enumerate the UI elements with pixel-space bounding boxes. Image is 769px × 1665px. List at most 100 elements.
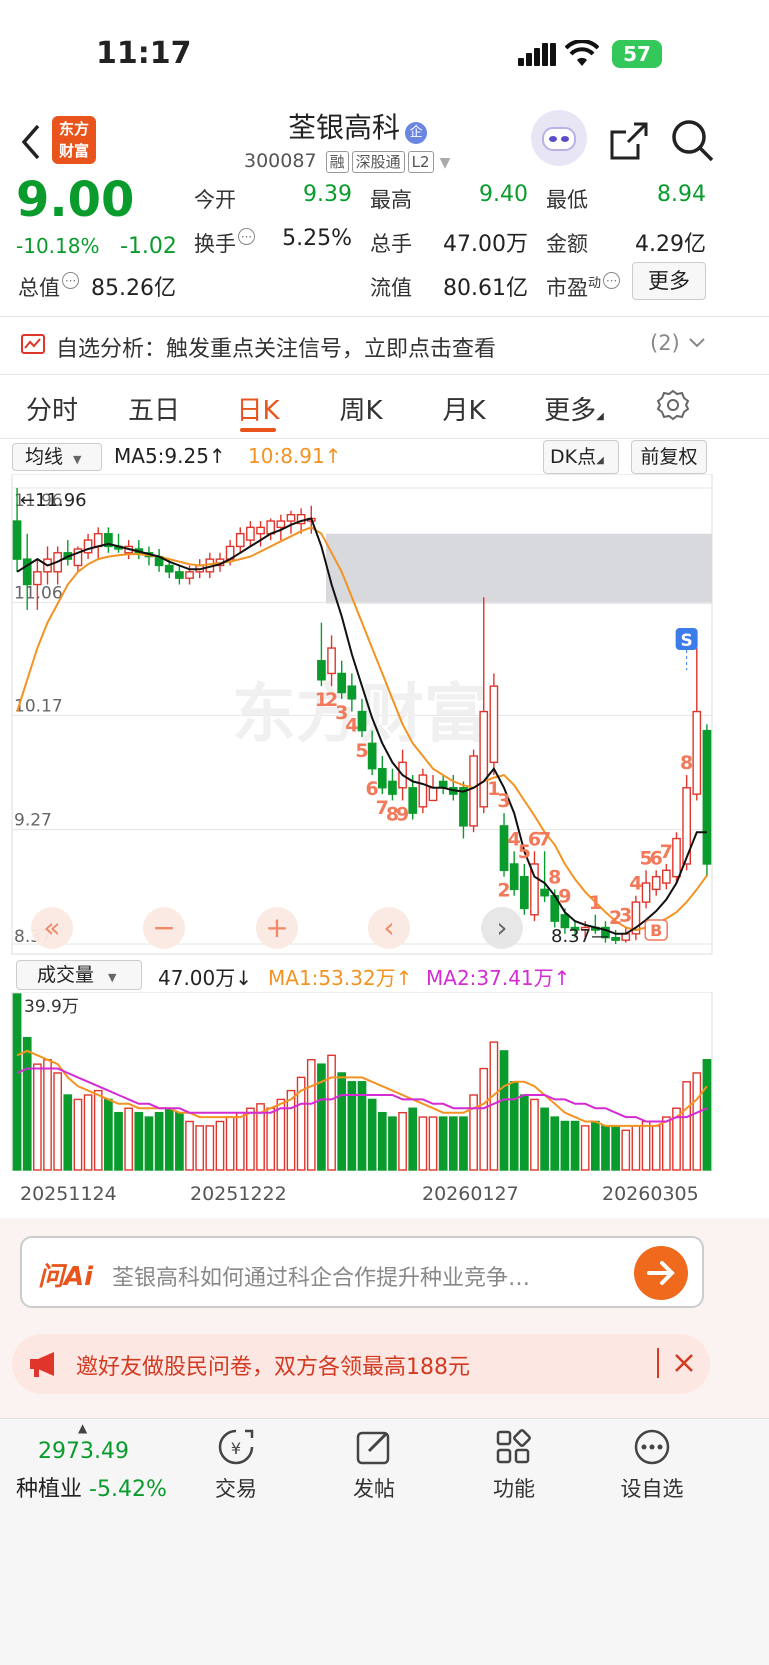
metric-value: 80.61亿 [443,276,528,301]
logo-text-1: 东方 [58,120,89,138]
tab-2[interactable]: 日K [228,390,288,432]
volume-chart[interactable]: 39.9万 20251124 20251222 20260127 20260305 [0,992,769,1208]
candle-body [408,787,418,814]
nav-trade-label: 交易 [215,1477,257,1501]
candle-body [185,571,194,579]
dk-label: DK点 [550,446,597,468]
resistance-band [326,533,712,604]
metric-label: 最低 [546,188,588,212]
zoom-out-icon: − [152,911,175,944]
adjust-button[interactable]: 前复权 [631,440,707,474]
settings-icon[interactable] [656,388,690,426]
logo-text-2: 财富 [58,142,89,160]
volume-bar [33,1063,42,1171]
candle-body [469,755,478,827]
indicator-select[interactable]: 均线 ▼ [12,443,102,471]
megaphone-icon [28,1350,62,1382]
candle-body [33,571,42,586]
index-info[interactable]: 种植业 -5.42% [16,1471,167,1503]
metric-label: 流值 [370,276,412,300]
tab-3[interactable]: 周K [331,390,391,427]
candle-body [459,787,468,827]
volume-bar [509,1081,519,1171]
metric-value: 5.25% [282,226,352,251]
candle-body [651,875,661,891]
candle-body [641,882,651,903]
sequence-label: 5 [355,740,368,762]
volume-bar [12,993,22,1171]
metric-label: 金额 [546,232,588,256]
assistant-avatar[interactable] [531,110,587,166]
volume-select[interactable]: 成交量 ▼ [16,960,142,990]
volume-bar [205,1125,215,1171]
promo-banner[interactable]: 邀好友做股民问卷，双方各领最高188元 [12,1334,710,1394]
more-dots-icon [634,1429,670,1465]
candle-body [337,672,347,694]
header: 东方 财富 荃银高科 企 300087 融深股通 L2 ▼ [0,110,769,180]
date-label: 20251124 [20,1183,117,1205]
volume-bar [641,1120,651,1171]
ma10-value: 10:8.91↑ [248,444,342,468]
more-button[interactable]: 更多 [632,262,706,300]
nav-functions[interactable]: 功能 [484,1427,544,1503]
ai-input-placeholder[interactable]: 荃银高科如何通过科企合作提升种业竞争… [112,1260,530,1292]
kline-chart[interactable]: 11.9611.0610.179.278.37东方财富←11.968.37—12… [0,474,769,956]
tag-margin: 融 [325,151,349,173]
volume-bar [144,1116,154,1171]
dropdown-icon[interactable]: ▼ [440,155,451,171]
svg-text:¥: ¥ [231,1439,241,1458]
corner-icon: ◢ [596,411,604,422]
wifi-icon [564,39,600,72]
sequence-label: 2 [497,880,510,902]
share-icon[interactable] [608,120,650,166]
tab-4[interactable]: 月K [434,390,494,427]
nav-add-watchlist[interactable]: 设自选 [616,1427,688,1503]
ai-bar[interactable]: 问Ai 荃银高科如何通过科企合作提升种业竞争… [20,1236,704,1308]
candle-body [702,729,712,865]
candle-body [519,875,529,910]
verified-icon: 企 [405,121,428,144]
corner-icon: ◢ [596,455,604,466]
tab-0[interactable]: 分时 [22,390,82,427]
volume-bar [621,1129,631,1171]
search-icon[interactable] [670,118,716,168]
volume-bar [702,1059,712,1171]
next-icon: › [496,911,507,944]
ai-send-button[interactable] [634,1246,688,1300]
candle-body [175,571,184,579]
volume-bar [114,1111,123,1171]
tab-1[interactable]: 五日 [124,390,184,427]
candle-body [357,710,367,732]
metric-label: 总手 [370,232,412,256]
volume-bar [448,1116,458,1171]
candle-body [672,837,681,878]
candle-body [540,888,549,897]
candle-body [388,780,397,795]
app-logo: 东方 财富 [52,116,96,164]
volume-bar [337,1072,347,1171]
volume-bar [185,1120,194,1171]
volume-bar [428,1116,438,1171]
sequence-label: 4 [345,715,358,737]
volume-bar [408,1107,418,1171]
volume-bar [195,1125,205,1171]
low-label: 8.37— [551,926,609,947]
metric-value: 47.00万 [443,232,528,257]
volume-bar [631,1125,641,1171]
close-icon[interactable] [672,1351,696,1379]
volume-bar [550,1116,560,1171]
change-pct: -10.18% [16,234,100,258]
stock-title: 荃银高科 企 [288,106,428,146]
index-value[interactable]: 2973.49 [38,1439,129,1464]
back-button[interactable] [18,122,42,166]
nav-post[interactable]: 发帖 [344,1427,404,1503]
analysis-banner[interactable]: 自选分析：触发重点关注信号，立即点击查看 (2) [0,317,769,373]
tab-5[interactable]: 更多◢ [536,390,612,427]
dk-button[interactable]: DK点◢ [543,440,619,474]
buy-signal-label: B [650,921,662,940]
metric-value: 9.40 [479,182,528,207]
trade-icon: ¥ [218,1429,254,1465]
nav-trade[interactable]: ¥ 交易 [206,1427,266,1503]
date-label: 20251222 [190,1183,287,1205]
volume-bar [256,1103,265,1171]
